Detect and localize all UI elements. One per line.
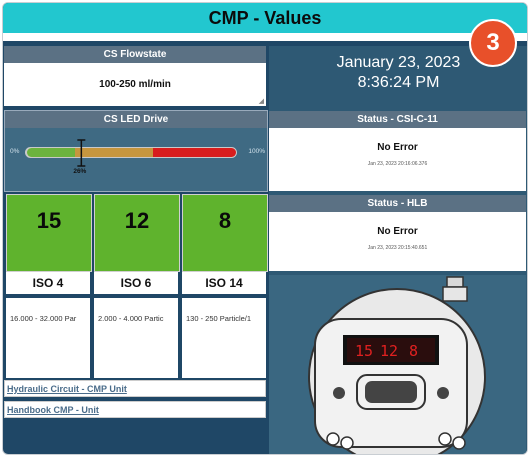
resize-handle-icon[interactable]: ◢ [259,98,264,105]
iso6-value: 12 [124,208,150,233]
device-display-iso4: 15 [355,342,373,360]
iso4-label: ISO 4 [6,272,90,294]
gauge-segment-orange [75,148,155,157]
cmp-values-dashboard: CMP - Values CS Flowstate 100-250 ml/min… [2,2,528,455]
iso6-value-box: 12 [94,194,180,272]
status-csi-panel: Status - CSI-C-11 No Error Jan 23, 2023 … [269,111,526,191]
step-number-badge: 3 [469,19,517,67]
current-time: 8:36:24 PM [357,74,440,91]
iso14-label: ISO 14 [182,272,266,294]
gauge-min-label: 0% [10,148,20,155]
led-drive-header: CS LED Drive [5,111,267,128]
gauge-max-label: 100% [248,148,265,155]
handbook-link[interactable]: Handbook CMP - Unit [4,401,266,418]
iso14-range: 130 - 250 Particle/1 [182,298,266,378]
iso4-value: 15 [36,208,62,233]
sensor-device-icon: 15 12 8 [308,276,486,454]
led-drive-panel: CS LED Drive 0% 100% 26% [4,110,268,192]
hydraulic-circuit-link[interactable]: Hydraulic Circuit - CMP Unit [4,380,266,397]
flowstate-panel: CS Flowstate 100-250 ml/min ◢ [4,46,266,106]
iso4-range: 16.000 - 32.000 Par [6,298,90,378]
gauge-value-label: 26% [73,168,87,175]
iso14-value: 8 [218,208,232,233]
status-csi-header: Status - CSI-C-11 [269,111,526,128]
device-illustration-area: 15 12 8 [269,275,526,454]
status-csi-timestamp: Jan 23, 2023 20:16:06.376 [367,161,428,167]
iso14-value-box: 8 [182,194,268,272]
status-hlb-header: Status - HLB [269,195,526,212]
status-hlb-timestamp: Jan 23, 2023 20:15:40.651 [367,245,428,251]
gauge-segment-red [153,148,236,157]
led-drive-gauge [25,139,237,167]
iso6-range: 2.000 - 4.000 Partic [94,298,178,378]
title-divider [3,33,527,41]
page-title: CMP - Values [3,3,527,33]
status-csi-value: No Error [377,142,418,153]
gauge-segment-green [27,148,83,157]
status-hlb-value: No Error [377,226,418,237]
iso4-value-box: 15 [6,194,92,272]
iso6-label: ISO 6 [94,272,178,294]
device-display-iso6: 12 [380,342,398,360]
flowstate-value: 100-250 ml/min [99,79,171,90]
device-display-iso14: 8 [409,342,418,360]
status-hlb-panel: Status - HLB No Error Jan 23, 2023 20:15… [269,195,526,271]
flowstate-header: CS Flowstate [4,46,266,63]
